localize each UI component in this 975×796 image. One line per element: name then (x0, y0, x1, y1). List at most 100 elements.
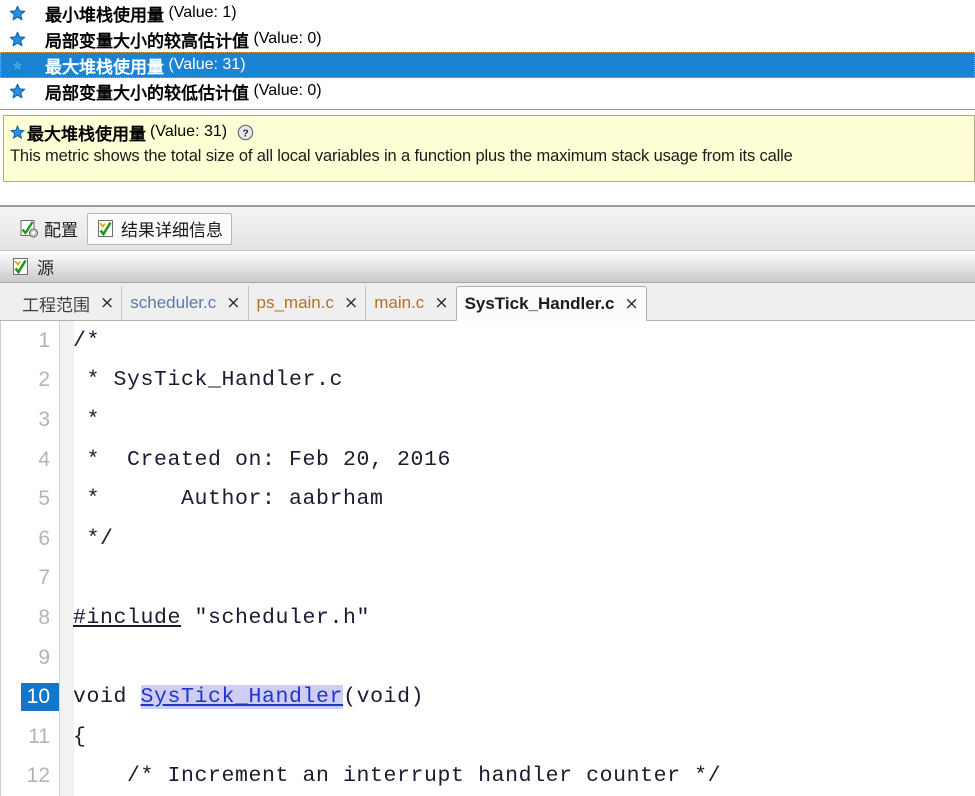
editor-tab-bar[interactable]: 工程范围 × scheduler.c × ps_main.c × main.c × SysTic… (0, 283, 975, 321)
code-token: "scheduler.h" (181, 605, 371, 630)
line-number: 6 (38, 526, 50, 550)
close-icon[interactable]: × (226, 293, 240, 313)
line-number: 8 (38, 605, 50, 629)
code-line[interactable]: 8 #include "scheduler.h" (1, 598, 975, 638)
editor-tab-label: main.c (374, 293, 425, 312)
code-line-text: /* (73, 329, 100, 353)
code-token: /* Increment an interrupt handler counte… (73, 764, 722, 789)
code-line-text: * Created on: Feb 20, 2016 (73, 448, 451, 472)
metric-list[interactable]: 最小堆栈使用量 (Value: 1) 局部变量大小的较高估计值 (Value: 0… (0, 0, 975, 110)
help-icon[interactable]: ? (237, 124, 254, 141)
metric-value: (Value: 0) (249, 82, 322, 99)
code-editor[interactable]: 1/* 2 * SysTick_Handler.c 3 * 4 * Created o… (0, 321, 975, 796)
code-token: */ (73, 526, 114, 551)
line-number: 3 (38, 407, 50, 431)
code-line-text: { (73, 725, 87, 749)
sub-tab-configuration[interactable]: 配置 (10, 213, 87, 245)
code-token: * Author: aabrham (73, 487, 384, 512)
code-line-text: * SysTick_Handler.c (73, 368, 343, 392)
metric-value: (Value: 31) (164, 56, 246, 73)
metric-label: 局部变量大小的较低估计值 (45, 83, 249, 103)
line-number: 9 (38, 645, 50, 669)
code-line-text: * (73, 408, 100, 432)
metrics-sub-tab-bar[interactable]: 配置 结果详细信息 (0, 207, 975, 251)
code-line[interactable]: 5 * Author: aabrham (1, 479, 975, 519)
metric-label: 最小堆栈使用量 (45, 5, 164, 25)
checked-document-icon (96, 219, 115, 238)
star-icon (9, 5, 26, 22)
metric-label: 局部变量大小的较高估计值 (45, 31, 249, 51)
editor-tab[interactable]: scheduler.c × (121, 286, 247, 320)
code-token: * (73, 407, 101, 432)
editor-tab[interactable]: 工程范围 × (14, 286, 121, 320)
code-token: { (73, 724, 87, 749)
metric-value: (Value: 1) (164, 4, 237, 21)
editor-tab[interactable]: main.c × (365, 286, 455, 320)
sub-tab-label: 结果详细信息 (121, 221, 223, 240)
code-line[interactable]: 6 */ (1, 519, 975, 559)
editor-tab[interactable]: SysTick_Handler.c × (455, 286, 647, 321)
metric-list-item[interactable]: 最小堆栈使用量 (Value: 1) (0, 0, 975, 26)
code-line-text: /* Increment an interrupt handler counte… (73, 764, 721, 788)
editor-tab-label: 工程范围 (22, 295, 90, 315)
close-icon[interactable]: × (434, 293, 448, 313)
code-line[interactable]: 3 * (1, 400, 975, 440)
tooltip-header: 最大堆栈使用量 (Value: 31) ? (9, 120, 974, 144)
editor-tab[interactable]: ps_main.c × (247, 286, 366, 320)
code-token: (void) (343, 685, 425, 710)
close-icon[interactable]: × (100, 293, 114, 313)
code-line-text: * Author: aabrham (73, 487, 384, 511)
tooltip-title: 最大堆栈使用量 (27, 124, 146, 144)
editor-tab-label: ps_main.c (256, 293, 334, 312)
metric-list-item[interactable]: 最大堆栈使用量 (Value: 31) (0, 52, 975, 78)
code-token: * Created on: Feb 20, 2016 (73, 447, 452, 472)
code-line[interactable]: 10 void SysTick_Handler(void) (1, 677, 975, 717)
metric-label: 最大堆栈使用量 (45, 57, 164, 77)
code-line-text: */ (73, 527, 114, 551)
line-number: 4 (38, 447, 50, 471)
code-line[interactable]: 4 * Created on: Feb 20, 2016 (1, 440, 975, 480)
metric-description-tooltip: 最大堆栈使用量 (Value: 31) ? This metric shows … (3, 115, 975, 182)
star-icon (9, 83, 26, 100)
editor-tab-label: SysTick_Handler.c (464, 293, 615, 313)
metric-description-panel: 最大堆栈使用量 (Value: 31) ? This metric shows … (0, 110, 975, 185)
code-line[interactable]: 12 /* Increment an interrupt handler cou… (1, 757, 975, 796)
line-number: 11 (28, 724, 50, 748)
line-number: 1 (38, 328, 50, 352)
close-icon[interactable]: × (625, 294, 639, 314)
svg-text:?: ? (242, 128, 248, 139)
highlighted-identifier: SysTick_Handler (140, 685, 344, 710)
line-number: 10 (1, 677, 59, 717)
code-token: /* (73, 328, 101, 353)
sub-tab-result-details[interactable]: 结果详细信息 (87, 212, 232, 245)
sub-tab-label: 配置 (44, 221, 78, 240)
line-number: 12 (26, 764, 50, 788)
code-line[interactable]: 7 (1, 559, 975, 599)
editor-code-area[interactable]: 1/* 2 * SysTick_Handler.c 3 * 4 * Created o… (1, 321, 975, 796)
code-line[interactable]: 11 { (1, 717, 975, 757)
metric-list-item[interactable]: 局部变量大小的较高估计值 (Value: 0) (0, 26, 975, 52)
code-token: * SysTick_Handler.c (73, 368, 344, 393)
code-line-text: #include "scheduler.h" (73, 606, 370, 630)
line-number: 7 (38, 566, 50, 590)
star-icon (9, 31, 26, 48)
metric-value: (Value: 0) (249, 30, 322, 47)
include-directive: #include (73, 605, 182, 630)
checked-document-icon (11, 257, 30, 276)
close-icon[interactable]: × (344, 293, 358, 313)
config-icon (19, 219, 38, 238)
line-number: 5 (38, 487, 50, 511)
tooltip-value: (Value: 31) (150, 123, 228, 140)
metric-list-item[interactable]: 局部变量大小的较低估计值 (Value: 0) (0, 78, 975, 104)
eclipse-metrics-window: 最小堆栈使用量 (Value: 1) 局部变量大小的较高估计值 (Value: 0… (0, 0, 975, 796)
code-line[interactable]: 2 * SysTick_Handler.c (1, 361, 975, 401)
code-line[interactable]: 1 /* (1, 321, 975, 361)
code-token: void (73, 685, 141, 710)
line-number: 2 (38, 368, 50, 392)
editor-tab-label: scheduler.c (130, 293, 217, 312)
code-line[interactable]: 9 (1, 638, 975, 678)
star-icon (9, 124, 26, 140)
tooltip-description-text: This metric shows the total size of all … (10, 147, 793, 165)
star-icon (9, 57, 26, 74)
source-view-title: 源 (37, 259, 54, 278)
